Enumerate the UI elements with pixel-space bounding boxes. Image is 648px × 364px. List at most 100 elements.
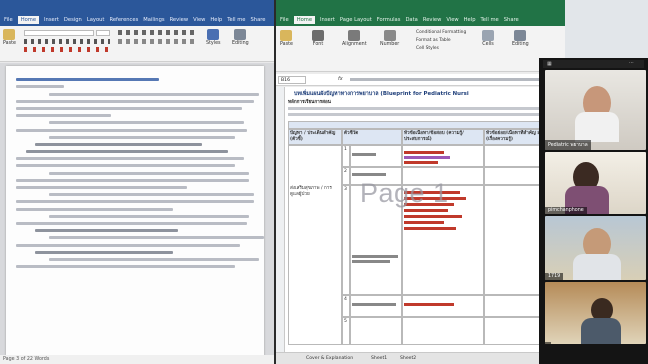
excel-tab-view[interactable]: View [446,17,458,23]
word-paste-button[interactable]: Paste [3,29,16,46]
word-tab-layout[interactable]: Layout [87,17,105,23]
word-editing-button[interactable]: Editing [232,29,249,46]
excel-tab-formulas[interactable]: Formulas [377,17,401,23]
text-line [35,250,174,254]
participant-name: 1719 [545,273,564,280]
word-tab-review[interactable]: Review [170,17,189,23]
word-tab-file[interactable]: File [4,17,13,23]
excel-share[interactable]: Share [504,17,519,23]
excel-conditional-formatting-button[interactable]: Conditional Formatting [416,30,466,35]
excel-alignment-button[interactable]: Alignment [342,30,367,47]
grid-cell[interactable] [402,317,484,345]
participant-body [581,318,621,344]
excel-tab-home[interactable]: Home [293,16,316,24]
excel-tab-insert[interactable]: Insert [320,17,335,23]
name-box[interactable]: B16 [278,76,306,84]
percent-icon [383,30,396,41]
participant-name: Pediatric พยาบาล [545,140,591,150]
text-line [49,92,259,96]
text-line [16,178,250,182]
text-line [16,243,240,247]
text-line [16,157,245,161]
word-font-size-box[interactable] [96,30,110,36]
column-header-topic[interactable]: หัวข้อเนื้อหา/ข้อสอบ (ความรู้/ประสบการณ์… [402,129,484,145]
excel-tab-file[interactable]: File [280,17,289,23]
excel-number-button[interactable]: Number [380,30,399,47]
excel-cell-styles-button[interactable]: Cell Styles [416,46,439,51]
gallery-view-icon[interactable]: ▦ [547,61,552,67]
text-line [352,303,396,306]
excel-editing-button[interactable]: Editing [512,30,529,47]
row-number-cell[interactable]: 5 [342,317,350,345]
row-number-cell[interactable]: 2 [342,167,350,185]
participant-body [573,254,621,280]
text-line [49,135,235,139]
participant-tile[interactable] [545,282,646,344]
word-tab-view[interactable]: View [193,17,205,23]
sheet-tab-cover[interactable]: Cover & Explanation [306,356,353,361]
red-text-line [404,227,456,230]
excel-tab-help[interactable]: Help [464,17,476,23]
word-tell-me[interactable]: Tell me [227,17,245,23]
word-font-format-buttons[interactable] [24,39,110,44]
excel-window: File Home Insert Page Layout Formulas Da… [276,0,565,364]
word-tab-mailings[interactable]: Mailings [143,17,164,23]
excel-grid[interactable]: บทเพิ่มแผนผังปัญหาทางการพยาบาล (Blueprin… [276,87,565,352]
word-tab-home[interactable]: Home [17,16,40,24]
sheet-title: บทเพิ่มแผนผังปัญหาทางการพยาบาล (Blueprin… [294,91,469,97]
grid-cell[interactable] [350,145,402,167]
sheet-tab-2[interactable]: Sheet2 [400,356,416,361]
word-share[interactable]: Share [250,17,265,23]
cells-icon [482,30,494,41]
word-styles-button[interactable]: Styles [206,29,221,46]
word-page[interactable] [6,66,264,356]
grid-cell[interactable] [350,317,402,345]
word-ribbon: Paste Styles Editing [0,26,274,62]
excel-tab-data[interactable]: Data [405,17,417,23]
red-text-line [404,209,448,212]
word-tab-insert[interactable]: Insert [44,17,59,23]
row-number-cell[interactable]: 4 [342,295,350,317]
fx-icon[interactable]: fx [338,76,343,82]
table-header-band[interactable] [288,121,560,129]
word-tab-design[interactable]: Design [64,17,82,23]
formula-input[interactable] [350,78,550,81]
text-line [16,78,159,82]
word-font-name-box[interactable] [24,30,94,36]
text-line [35,229,178,233]
more-options-icon[interactable]: ⋯ [629,60,634,66]
text-line [16,114,112,118]
word-tab-references[interactable]: References [109,17,138,23]
text-line [352,153,376,156]
excel-tab-page-layout[interactable]: Page Layout [340,17,372,23]
excel-cells-button[interactable]: Cells [482,30,494,47]
excel-format-as-table-button[interactable]: Format as Table [416,38,451,43]
text-line [49,121,245,125]
text-line [352,255,398,258]
row-number-cell[interactable]: 1 [342,145,350,167]
section-label-cell[interactable]: ส่งเสริมสุขภาพ / การดูแลผู้ป่วย [288,145,342,345]
excel-paste-button[interactable]: Paste [280,30,293,47]
column-header-problem[interactable]: ปัญหา / ประเด็นสำคัญ (ตัวชี้) [288,129,342,145]
participant-tile[interactable]: 1719 [545,216,646,280]
word-paragraph-buttons[interactable] [118,30,198,35]
row-number-cell[interactable]: 3 [342,185,350,295]
participant-tile[interactable]: pimchanphone [545,152,646,214]
participant-tile[interactable]: Pediatric พยาบาล [545,70,646,150]
grid-cell[interactable] [350,295,402,317]
column-header-indicator[interactable]: ตัวชี้วัด [342,129,402,145]
text-line [352,173,386,176]
sheet-tab-1[interactable]: Sheet1 [371,356,387,361]
text-line [16,265,235,269]
excel-font-button[interactable]: Font [312,30,324,47]
excel-tab-review[interactable]: Review [423,17,442,23]
word-tab-help[interactable]: Help [210,17,222,23]
desktop-background [565,0,648,58]
red-text-line [404,303,454,306]
text-line [25,150,228,154]
grid-cell[interactable] [402,295,484,317]
text-line [49,214,250,218]
excel-tell-me[interactable]: Tell me [480,17,498,23]
word-alignment-buttons[interactable] [118,39,198,44]
word-font-color-buttons[interactable] [24,47,110,52]
